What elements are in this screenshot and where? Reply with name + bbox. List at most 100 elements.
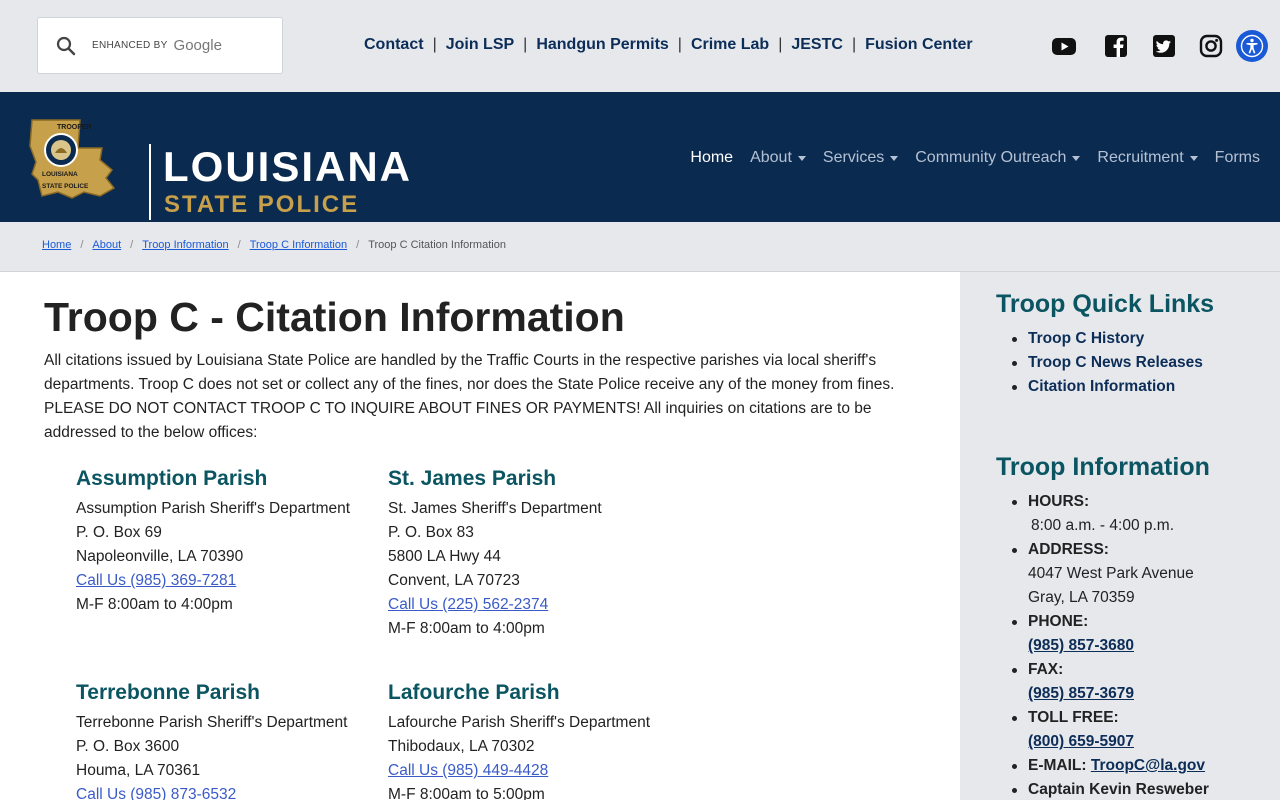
accessibility-button[interactable]: [1236, 30, 1268, 62]
logo-subtitle: STATE POLICE: [164, 191, 360, 218]
nav-community-outreach[interactable]: Community Outreach: [915, 149, 1081, 167]
parish-heading: Terrebonne Parish: [76, 681, 260, 704]
list-item: TOLL FREE:: [1010, 706, 1209, 730]
captain-name: Captain Kevin Resweber: [1028, 781, 1209, 798]
parish-heading: St. James Parish: [388, 467, 557, 490]
nav-recruitment[interactable]: Recruitment: [1097, 149, 1198, 167]
search-google-brand: Google: [173, 37, 222, 54]
utility-link-contact[interactable]: Contact: [364, 36, 424, 54]
quick-links-title: Troop Quick Links: [996, 290, 1215, 318]
main-header: TROOPER LOUISIANA STATE POLICE LOUISIANA…: [0, 92, 1280, 222]
breadcrumb-troop-information[interactable]: Troop Information: [142, 239, 228, 251]
breadcrumb-separator: /: [130, 239, 134, 251]
parish-phone-link[interactable]: Call Us (225) 562-2374: [388, 596, 548, 613]
address-line: 4047 West Park Avenue: [1028, 565, 1194, 582]
utility-link-fusion-center[interactable]: Fusion Center: [865, 36, 973, 54]
parish-heading: Lafourche Parish: [388, 681, 560, 704]
nav-about-label: About: [750, 149, 792, 166]
breadcrumb-troop-c-information[interactable]: Troop C Information: [250, 239, 347, 251]
email-link[interactable]: TroopC@la.gov: [1091, 757, 1205, 774]
utility-link-handgun-permits[interactable]: Handgun Permits: [536, 36, 668, 54]
list-item: Citation Information: [1010, 375, 1203, 399]
chevron-down-icon: [1189, 155, 1198, 161]
page-title: Troop C - Citation Information: [44, 294, 625, 340]
utility-separator: |: [523, 36, 528, 53]
parish-phone-link[interactable]: Call Us (985) 369-7281: [76, 572, 236, 589]
parish-card-assumption: Assumption Parish Assumption Parish Sher…: [76, 466, 376, 617]
intro-paragraph: All citations issued by Louisiana State …: [44, 352, 895, 441]
breadcrumb-home[interactable]: Home: [42, 239, 71, 251]
breadcrumb: Home / About / Troop Information / Troop…: [42, 239, 506, 251]
parish-address-line: Lafourche Parish Sheriff's Department: [388, 714, 651, 731]
utility-link-jestc[interactable]: JESTC: [791, 36, 843, 54]
parish-address-line: P. O. Box 3600: [76, 738, 180, 755]
site-logo[interactable]: TROOPER LOUISIANA STATE POLICE LOUISIANA…: [28, 116, 410, 220]
chevron-down-icon: [890, 155, 899, 161]
quick-links-list: Troop C History Troop C News Releases Ci…: [1010, 327, 1203, 399]
phone-label: PHONE:: [1028, 613, 1089, 630]
nav-community-outreach-label: Community Outreach: [915, 149, 1067, 166]
nav-about[interactable]: About: [750, 149, 806, 167]
logo-divider: [149, 144, 151, 220]
utility-separator: |: [851, 36, 857, 53]
quick-link-citation-information[interactable]: Citation Information: [1028, 378, 1175, 395]
search-enhanced-label: ENHANCED BY: [92, 40, 168, 51]
parish-address-line: Houma, LA 70361: [76, 762, 201, 779]
parish-address-line: P. O. Box 69: [76, 524, 162, 541]
address-label: ADDRESS:: [1028, 541, 1109, 558]
youtube-icon[interactable]: [1051, 33, 1077, 59]
parish-phone-link[interactable]: Call Us (985) 873-6532: [76, 786, 236, 800]
fax-label: FAX:: [1028, 661, 1064, 678]
parish-address-line: Terrebonne Parish Sheriff's Department: [76, 714, 348, 731]
nav-home-label: Home: [690, 149, 734, 166]
nav-forms[interactable]: Forms: [1215, 149, 1260, 167]
instagram-icon[interactable]: [1198, 33, 1224, 59]
toll-free-link[interactable]: (800) 659-5907: [1028, 733, 1134, 750]
quick-link-troop-c-news-releases[interactable]: Troop C News Releases: [1028, 354, 1203, 371]
nav-home[interactable]: Home: [690, 149, 733, 167]
parish-card-lafourche: Lafourche Parish Lafourche Parish Sherif…: [388, 680, 688, 800]
list-item: Troop C History: [1010, 327, 1203, 351]
breadcrumb-bar: Home / About / Troop Information / Troop…: [0, 222, 1280, 272]
parish-phone-link[interactable]: Call Us (985) 449-4428: [388, 762, 548, 779]
quick-link-troop-c-history[interactable]: Troop C History: [1028, 330, 1144, 347]
accessibility-icon: [1240, 34, 1264, 58]
utility-link-join-lsp[interactable]: Join LSP: [446, 36, 514, 54]
utility-bar: ENHANCED BY Google Contact | Join LSP | …: [0, 0, 1280, 92]
list-item: Troop C News Releases: [1010, 351, 1203, 375]
list-item: ADDRESS:: [1010, 538, 1209, 562]
badge-trooper-text: TROOPER: [57, 124, 92, 131]
facebook-icon[interactable]: [1103, 33, 1129, 59]
toll-free-label: TOLL FREE:: [1028, 709, 1119, 726]
hours-label: HOURS:: [1028, 493, 1090, 510]
parish-address-line: P. O. Box 83: [388, 524, 474, 541]
parish-hours: M-F 8:00am to 4:00pm: [76, 596, 233, 613]
list-item: HOURS:: [1010, 490, 1209, 514]
nav-services[interactable]: Services: [822, 149, 899, 167]
list-item: 8:00 a.m. - 4:00 p.m.: [1010, 514, 1209, 538]
badge-louisiana-text: LOUISIANA: [42, 171, 78, 178]
nav-recruitment-label: Recruitment: [1097, 149, 1184, 166]
list-item: Gray, LA 70359: [1010, 586, 1209, 610]
louisiana-badge-logo: TROOPER LOUISIANA STATE POLICE: [29, 119, 116, 199]
chevron-down-icon: [797, 155, 806, 161]
logo-title: LOUISIANA: [163, 143, 412, 190]
address-line: Gray, LA 70359: [1028, 589, 1135, 606]
parish-address-line: Thibodaux, LA 70302: [388, 738, 535, 755]
twitter-icon[interactable]: [1151, 33, 1177, 59]
parish-card-terrebonne: Terrebonne Parish Terrebonne Parish Sher…: [76, 680, 376, 800]
parish-hours: M-F 8:00am to 4:00pm: [388, 620, 545, 637]
fax-link[interactable]: (985) 857-3679: [1028, 685, 1134, 702]
phone-link[interactable]: (985) 857-3680: [1028, 637, 1134, 654]
parish-address-line: Assumption Parish Sheriff's Department: [76, 500, 351, 517]
breadcrumb-about[interactable]: About: [92, 239, 121, 251]
main-content: Troop C - Citation Information All citat…: [0, 272, 960, 800]
search-icon: [56, 36, 76, 55]
breadcrumb-separator: /: [356, 239, 360, 251]
list-item: PHONE:: [1010, 610, 1209, 634]
utility-link-crime-lab[interactable]: Crime Lab: [691, 36, 769, 54]
search-input[interactable]: ENHANCED BY Google: [37, 17, 283, 74]
parish-address-line: Napoleonville, LA 70390: [76, 548, 244, 565]
utility-links: Contact | Join LSP | Handgun Permits | C…: [364, 36, 973, 54]
nav-services-label: Services: [822, 149, 885, 166]
